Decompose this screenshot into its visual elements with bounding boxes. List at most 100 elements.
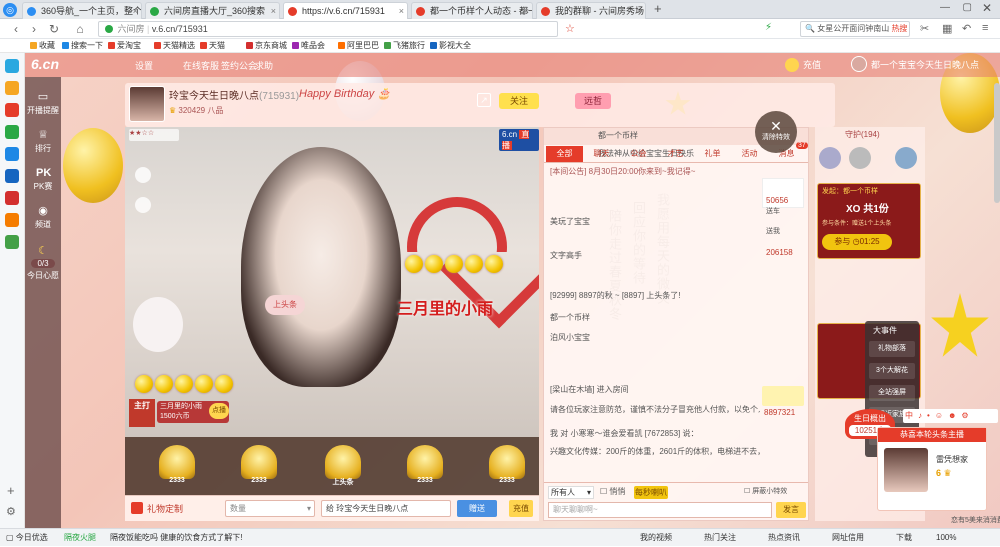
guard-avatar[interactable]: [849, 147, 871, 169]
chat-tab[interactable]: 礼单: [694, 146, 731, 162]
send-gift-button[interactable]: 赠送: [457, 500, 497, 517]
recharge-button[interactable]: 充值: [509, 500, 533, 517]
promo-tool-icon[interactable]: ☺: [935, 411, 943, 420]
bookmark-item[interactable]: 爱淘宝: [108, 40, 141, 52]
status-item[interactable]: 热点资讯: [768, 529, 800, 547]
page-scrollbar[interactable]: [994, 83, 1000, 203]
address-bar[interactable]: 六间房 | v.6.cn/715931: [98, 21, 558, 37]
anchor-badge[interactable]: 远哲: [575, 93, 611, 109]
status-item[interactable]: 我的视频: [640, 529, 672, 547]
grid-icon[interactable]: ▦: [942, 22, 952, 35]
mic-seat[interactable]: 上头条: [321, 443, 365, 487]
chat-tab[interactable]: 聊天: [583, 146, 620, 162]
sidenav-rank[interactable]: ♕ 排行: [25, 129, 61, 154]
promo-tool-icon[interactable]: ☻: [948, 411, 956, 420]
seat-user-icon[interactable]: [135, 197, 151, 213]
forward-button[interactable]: ›: [26, 21, 42, 37]
xo-event-card[interactable]: 发起：都一个币样 XO 共1份 参与条件：赠送1个上头条 参与 ◷01:25: [817, 183, 921, 259]
sidenav-remind[interactable]: ▭ 开播提醒: [25, 91, 61, 116]
browser-logo-icon[interactable]: ◎: [3, 3, 17, 17]
recipient-select[interactable]: 给 玲宝今天生日晚八点: [321, 500, 451, 517]
top-nav-link[interactable]: 求助: [255, 59, 273, 72]
follow-button[interactable]: 关注: [499, 93, 539, 109]
close-tab-icon[interactable]: ×: [637, 3, 642, 19]
event-item[interactable]: 3个大解花: [869, 363, 915, 379]
status-item[interactable]: 100%: [936, 529, 956, 547]
red-app-icon[interactable]: [5, 191, 19, 205]
add-icon[interactable]: +: [7, 483, 15, 498]
event-item[interactable]: 礼物部落: [869, 341, 915, 357]
private-checkbox[interactable]: ☐ 悄悄: [600, 486, 625, 497]
home-button[interactable]: ⌂: [72, 21, 88, 37]
bookmark-item[interactable]: 收藏: [30, 40, 55, 52]
sidebar-app-icon[interactable]: [5, 59, 19, 73]
guard-avatar[interactable]: [819, 147, 841, 169]
close-tab-icon[interactable]: ×: [271, 3, 276, 19]
chat-top-item[interactable]: 都一个币样: [598, 130, 638, 141]
user-avatar[interactable]: [851, 56, 867, 72]
quantity-input[interactable]: 数量 ▾: [225, 500, 315, 517]
top-nav-link[interactable]: 签约公会: [221, 59, 257, 72]
promo-tool-icon[interactable]: ⚙: [961, 411, 968, 420]
maximize-button[interactable]: ▢: [963, 2, 972, 13]
chat-tab[interactable]: 全部: [546, 146, 583, 162]
browser-tab[interactable]: https://v.6.cn/715931 ×: [283, 2, 408, 19]
status-news-tag[interactable]: 隔夜火腿: [64, 529, 96, 547]
status-item[interactable]: 热门关注: [704, 529, 736, 547]
weibo-icon[interactable]: [5, 103, 19, 117]
guard-avatar[interactable]: [895, 147, 917, 169]
share-icon[interactable]: ↗: [477, 93, 491, 107]
bookmark-item[interactable]: 京东商城: [246, 40, 287, 52]
speaker-button[interactable]: 每秒喇叭: [634, 486, 668, 499]
menu-icon[interactable]: ≡: [982, 22, 988, 34]
mic-seat[interactable]: 2333: [155, 443, 199, 487]
mic-seat[interactable]: 2333: [485, 443, 529, 487]
recharge-link[interactable]: 充值: [803, 58, 821, 71]
settings-icon[interactable]: ⚙: [6, 505, 16, 518]
clear-effects-button[interactable]: ✕ 清除特效: [755, 111, 797, 153]
bookmark-item[interactable]: 搜索一下: [62, 40, 103, 52]
back-button[interactable]: ‹: [8, 21, 24, 37]
lightning-icon[interactable]: ⚡: [765, 22, 772, 33]
browser-tab[interactable]: 我的群聊 - 六间房秀场 ×: [536, 2, 646, 19]
p-app-icon[interactable]: [5, 147, 19, 161]
promo-tool-icon[interactable]: 中: [905, 411, 913, 420]
recipient-dropdown[interactable]: 所有人 ▾: [548, 486, 594, 499]
screen-effect-checkbox[interactable]: ☐ 屏蔽小特效: [744, 486, 787, 496]
chat-tab[interactable]: 才艺: [657, 146, 694, 162]
seat-user-icon[interactable]: [135, 167, 151, 183]
mic-seat[interactable]: 2333: [403, 443, 447, 487]
status-news[interactable]: 隔夜饭能吃吗 健康的饮食方式了解下!: [110, 529, 242, 547]
close-tab-icon[interactable]: ×: [133, 3, 138, 19]
close-tab-icon[interactable]: ×: [399, 3, 404, 19]
close-window-button[interactable]: ✕: [982, 1, 992, 15]
bookmark-item[interactable]: 天猫精选: [154, 40, 195, 52]
guard-label[interactable]: 守护(194): [845, 129, 880, 140]
status-picks[interactable]: ▢ 今日优选: [6, 529, 48, 547]
sidenav-channel[interactable]: ◉ 频道: [25, 205, 61, 230]
top-nav-link[interactable]: 在线客服: [183, 59, 219, 72]
site-logo[interactable]: 6.cn: [31, 56, 59, 72]
favorites-icon[interactable]: [5, 81, 19, 95]
bookmark-item[interactable]: 影视大全: [430, 40, 471, 52]
bookmark-item[interactable]: 飞猪旅行: [384, 40, 425, 52]
bookmark-item[interactable]: 天猫: [200, 40, 225, 52]
chat-send-button[interactable]: 发言: [776, 502, 806, 518]
minimize-button[interactable]: —: [940, 2, 950, 13]
mic-gift-button[interactable]: 点播: [209, 403, 229, 419]
sidenav-wish[interactable]: ☾ 0/3 今日心愿: [25, 245, 61, 281]
game-app-icon[interactable]: [5, 213, 19, 227]
status-item[interactable]: 下载: [896, 529, 912, 547]
chat-input[interactable]: 聊天聊聊啊~: [548, 502, 772, 518]
green-app-icon[interactable]: [5, 125, 19, 139]
status-item[interactable]: 网址信用: [832, 529, 864, 547]
new-tab-button[interactable]: +: [654, 1, 662, 16]
sidenav-pk[interactable]: PK PK赛: [25, 167, 61, 192]
browser-tab[interactable]: 都一个币样个人动态 - 都一个币×: [411, 2, 533, 19]
bookmark-item[interactable]: 唯品会: [292, 40, 325, 52]
browser-tab[interactable]: 六间房直播大厅_360搜索 ×: [145, 2, 280, 19]
anchor-avatar[interactable]: [129, 86, 165, 122]
refresh-button[interactable]: ↻: [46, 21, 62, 37]
mic-seat[interactable]: 2333: [237, 443, 281, 487]
event-item[interactable]: 全站强屏: [869, 385, 915, 401]
